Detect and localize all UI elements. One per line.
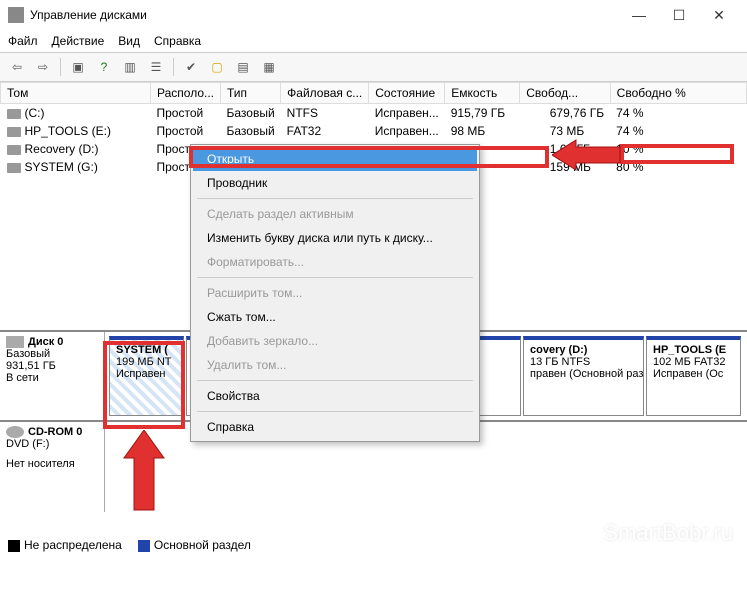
ctx-mirror: Добавить зеркало...	[193, 329, 477, 353]
menu-help[interactable]: Справка	[154, 34, 201, 48]
toolbar-separator	[173, 58, 174, 76]
annotation-arrow-up	[122, 430, 166, 512]
ctx-change-letter[interactable]: Изменить букву диска или путь к диску...	[193, 226, 477, 250]
ctx-help[interactable]: Справка	[193, 415, 477, 439]
legend-swatch-primary	[138, 540, 150, 552]
col-free[interactable]: Свобод...	[520, 83, 610, 104]
context-menu: Открыть Проводник Сделать раздел активны…	[190, 144, 480, 442]
toolbar-button[interactable]: ✔	[180, 56, 202, 78]
col-pct[interactable]: Свободно %	[610, 83, 746, 104]
partition-recovery[interactable]: covery (D:) 13 ГБ NTFS правен (Основной …	[523, 336, 644, 416]
titlebar: Управление дисками — ☐ ✕	[0, 0, 747, 30]
ctx-shrink[interactable]: Сжать том...	[193, 305, 477, 329]
cdrom-icon	[6, 426, 24, 438]
drive-icon	[7, 127, 21, 137]
menu-view[interactable]: Вид	[118, 34, 140, 48]
ctx-separator	[197, 277, 473, 278]
cdrom-label[interactable]: CD-ROM 0 DVD (F:) Нет носителя	[0, 422, 105, 512]
col-layout[interactable]: Располо...	[151, 83, 221, 104]
toolbar-button[interactable]: ☰	[145, 56, 167, 78]
back-button[interactable]: ⇦	[6, 56, 28, 78]
ctx-properties[interactable]: Свойства	[193, 384, 477, 408]
ctx-explorer[interactable]: Проводник	[193, 171, 477, 195]
toolbar-button[interactable]: ▥	[119, 56, 141, 78]
ctx-separator	[197, 380, 473, 381]
drive-icon	[7, 163, 21, 173]
toolbar-button[interactable]: ▦	[258, 56, 280, 78]
drive-icon	[7, 145, 21, 155]
col-status[interactable]: Состояние	[369, 83, 445, 104]
col-fs[interactable]: Файловая с...	[281, 83, 369, 104]
ctx-separator	[197, 411, 473, 412]
menubar: Файл Действие Вид Справка	[0, 30, 747, 52]
table-row[interactable]: HP_TOOLS (E:)ПростойБазовыйFAT32Исправен…	[1, 122, 747, 140]
toolbar: ⇦ ⇨ ▣ ? ▥ ☰ ✔ ▢ ▤ ▦	[0, 52, 747, 82]
toolbar-separator	[60, 58, 61, 76]
watermark: SmartBobr.ru	[603, 520, 733, 546]
legend-swatch-unalloc	[8, 540, 20, 552]
ctx-open[interactable]: Открыть	[193, 147, 477, 171]
toolbar-button[interactable]: ▢	[206, 56, 228, 78]
partition-hptools[interactable]: HP_TOOLS (E 102 МБ FAT32 Исправен (Ос	[646, 336, 741, 416]
refresh-button[interactable]: ?	[93, 56, 115, 78]
drive-icon	[7, 109, 21, 119]
col-capacity[interactable]: Емкость	[445, 83, 520, 104]
col-volume[interactable]: Том	[1, 83, 151, 104]
menu-action[interactable]: Действие	[52, 34, 105, 48]
maximize-button[interactable]: ☐	[659, 0, 699, 30]
annotation-arrow-left	[552, 138, 622, 172]
ctx-extend: Расширить том...	[193, 281, 477, 305]
partition-system[interactable]: SYSTEM ( 199 МБ NT Исправен	[109, 336, 184, 416]
table-row[interactable]: (C:)ПростойБазовыйNTFSИсправен...915,79 …	[1, 104, 747, 123]
col-type[interactable]: Тип	[221, 83, 281, 104]
minimize-button[interactable]: —	[619, 0, 659, 30]
toolbar-button[interactable]: ▤	[232, 56, 254, 78]
ctx-format: Форматировать...	[193, 250, 477, 274]
forward-button[interactable]: ⇨	[32, 56, 54, 78]
menu-file[interactable]: Файл	[8, 34, 38, 48]
ctx-delete: Удалить том...	[193, 353, 477, 377]
disk-label[interactable]: Диск 0 Базовый 931,51 ГБ В сети	[0, 332, 105, 420]
app-icon	[8, 7, 24, 23]
ctx-separator	[197, 198, 473, 199]
window-title: Управление дисками	[30, 8, 619, 22]
close-button[interactable]: ✕	[699, 0, 739, 30]
ctx-active: Сделать раздел активным	[193, 202, 477, 226]
disk-icon	[6, 336, 24, 348]
toolbar-button[interactable]: ▣	[67, 56, 89, 78]
